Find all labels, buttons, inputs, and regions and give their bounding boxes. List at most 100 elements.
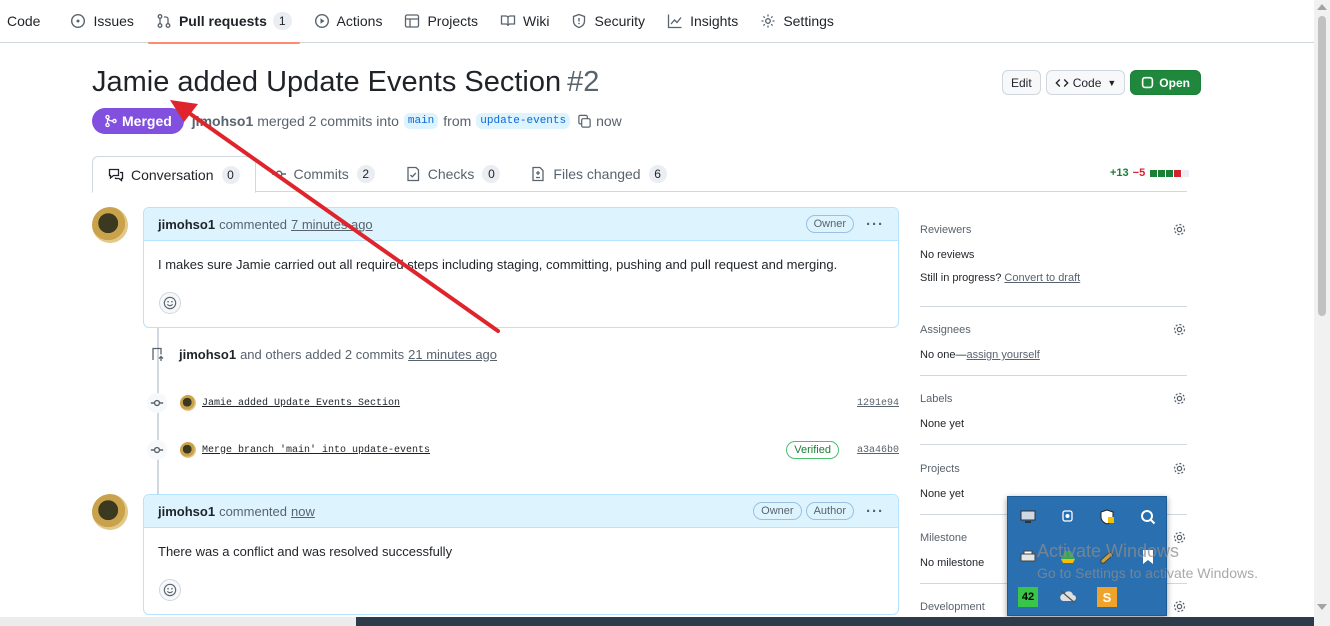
nav-code[interactable]: Code: [7, 0, 48, 43]
comment-2: jimohso1 commented now Owner Author ··· …: [143, 494, 899, 615]
counter-value: 42: [1021, 591, 1035, 603]
page: Code Issues Pull requests 1 Actions Proj…: [0, 0, 1330, 626]
tab-conversation-label: Conversation: [131, 166, 214, 183]
pull-requests-count: 1: [272, 12, 292, 30]
commit-sha-link[interactable]: a3a46b0: [857, 445, 899, 456]
edit-button[interactable]: Edit: [1002, 70, 1041, 95]
nav-issues-label: Issues: [93, 13, 134, 29]
git-commit-icon: [147, 440, 167, 460]
comment-author[interactable]: jimohso1: [158, 217, 215, 232]
smiley-icon[interactable]: [159, 292, 181, 314]
kebab-menu-icon[interactable]: ···: [866, 503, 884, 520]
nav-code-label: Code: [7, 13, 41, 29]
scroll-up-icon[interactable]: [1317, 4, 1327, 10]
nav-insights[interactable]: Insights: [659, 0, 746, 43]
nav-wiki-label: Wiki: [523, 13, 550, 29]
labels-title: Labels: [920, 392, 953, 405]
pr-title: Jamie added Update Events Section #2: [92, 66, 599, 99]
pen-tool-icon[interactable]: [1097, 547, 1117, 567]
pr-title-text: Jamie added Update Events Section: [92, 66, 562, 98]
git-pull-request-icon: [156, 13, 172, 29]
cloud-off-icon[interactable]: [1058, 587, 1078, 607]
commit-sha-link[interactable]: 1291e94: [857, 398, 899, 409]
webcam-icon[interactable]: [1058, 507, 1078, 527]
comment-author[interactable]: jimohso1: [158, 504, 215, 519]
tab-commits[interactable]: Commits 2: [256, 156, 390, 192]
scroll-down-icon[interactable]: [1317, 604, 1327, 610]
avatar[interactable]: [92, 494, 128, 530]
assign-yourself-link[interactable]: assign yourself: [966, 349, 1039, 361]
code-button[interactable]: Code ▼: [1045, 70, 1126, 95]
draft-prefix: Still in progress?: [920, 272, 1002, 284]
avatar[interactable]: [92, 207, 128, 243]
projects-title: Projects: [920, 462, 960, 475]
avatar[interactable]: [180, 442, 196, 458]
nav-issues[interactable]: Issues: [62, 0, 141, 43]
owner-label: Owner: [753, 502, 802, 520]
tab-files-changed[interactable]: Files changed 6: [515, 156, 681, 192]
git-commit-icon: [147, 393, 167, 413]
tab-conversation-count: 0: [221, 165, 240, 184]
printer-icon[interactable]: [1018, 547, 1038, 567]
security-shield-icon[interactable]: [1097, 507, 1117, 527]
comment-body: There was a conflict and was resolved su…: [158, 544, 453, 559]
comment-time[interactable]: 7 minutes ago: [291, 217, 373, 232]
diffstat-additions: +13: [1110, 167, 1129, 179]
nav-projects-label: Projects: [427, 13, 479, 29]
nav-wiki[interactable]: Wiki: [492, 0, 557, 43]
nav-pull-requests-label: Pull requests: [178, 13, 267, 29]
event-author[interactable]: jimohso1: [179, 347, 236, 362]
assignees-title: Assignees: [920, 323, 971, 336]
commit-message-link[interactable]: Jamie added Update Events Section: [202, 398, 400, 409]
diffstat-block: [1150, 169, 1158, 177]
gear-icon[interactable]: [1172, 391, 1187, 406]
nav-security[interactable]: Security: [563, 0, 653, 43]
vertical-scrollbar[interactable]: [1314, 0, 1330, 626]
base-branch[interactable]: main: [403, 113, 439, 129]
nav-pull-requests[interactable]: Pull requests 1: [147, 0, 300, 44]
reviewers-title: Reviewers: [920, 223, 972, 236]
convert-to-draft-link[interactable]: Convert to draft: [1004, 272, 1080, 284]
nav-settings[interactable]: Settings: [752, 0, 842, 43]
nav-actions[interactable]: Actions: [306, 0, 391, 43]
smiley-icon[interactable]: [159, 579, 181, 601]
gear-icon[interactable]: [1172, 461, 1187, 476]
merge-time: now: [596, 113, 622, 129]
monitor-icon[interactable]: [1018, 507, 1038, 527]
milestone-title: Milestone: [920, 531, 968, 544]
comment-discussion-icon: [108, 167, 124, 183]
tab-commits-count: 2: [356, 165, 375, 183]
store-icon[interactable]: [1138, 547, 1158, 567]
comment-time[interactable]: now: [291, 504, 315, 519]
diffstat-deletions: −5: [1132, 167, 1146, 179]
event-time[interactable]: 21 minutes ago: [408, 347, 497, 362]
scrollbar-thumb[interactable]: [1318, 16, 1326, 316]
comment-1: jimohso1 commented 7 minutes ago Owner ·…: [143, 207, 899, 328]
pr-number: #2: [567, 66, 600, 98]
counter-icon[interactable]: 42: [1018, 587, 1038, 607]
copy-icon[interactable]: [577, 114, 592, 129]
commit-message-link[interactable]: Merge branch 'main' into update-events: [202, 445, 430, 456]
gear-icon[interactable]: [1172, 599, 1187, 614]
nav-insights-label: Insights: [690, 13, 739, 29]
tab-checks[interactable]: Checks 0: [390, 156, 516, 192]
book-icon: [500, 13, 516, 29]
tab-conversation[interactable]: Conversation 0: [92, 156, 256, 193]
open-button[interactable]: Open: [1130, 70, 1201, 95]
verified-badge[interactable]: Verified: [786, 441, 839, 459]
kebab-menu-icon[interactable]: ···: [866, 216, 884, 233]
s-app-icon[interactable]: S: [1097, 587, 1117, 607]
pr-author-link[interactable]: jimohso1: [192, 113, 253, 129]
search-app-icon[interactable]: [1138, 507, 1158, 527]
git-commit-icon: [271, 166, 287, 182]
head-branch[interactable]: update-events: [476, 113, 571, 129]
avatar[interactable]: [180, 395, 196, 411]
gear-icon[interactable]: [1172, 322, 1187, 337]
nav-projects[interactable]: Projects: [396, 0, 486, 43]
merged-badge-label: Merged: [122, 113, 172, 129]
drive-icon[interactable]: [1058, 547, 1078, 567]
code-button-label: Code: [1072, 75, 1102, 90]
gear-icon[interactable]: [1172, 222, 1187, 237]
gear-icon[interactable]: [1172, 530, 1187, 545]
comment-verb: commented: [219, 216, 287, 232]
